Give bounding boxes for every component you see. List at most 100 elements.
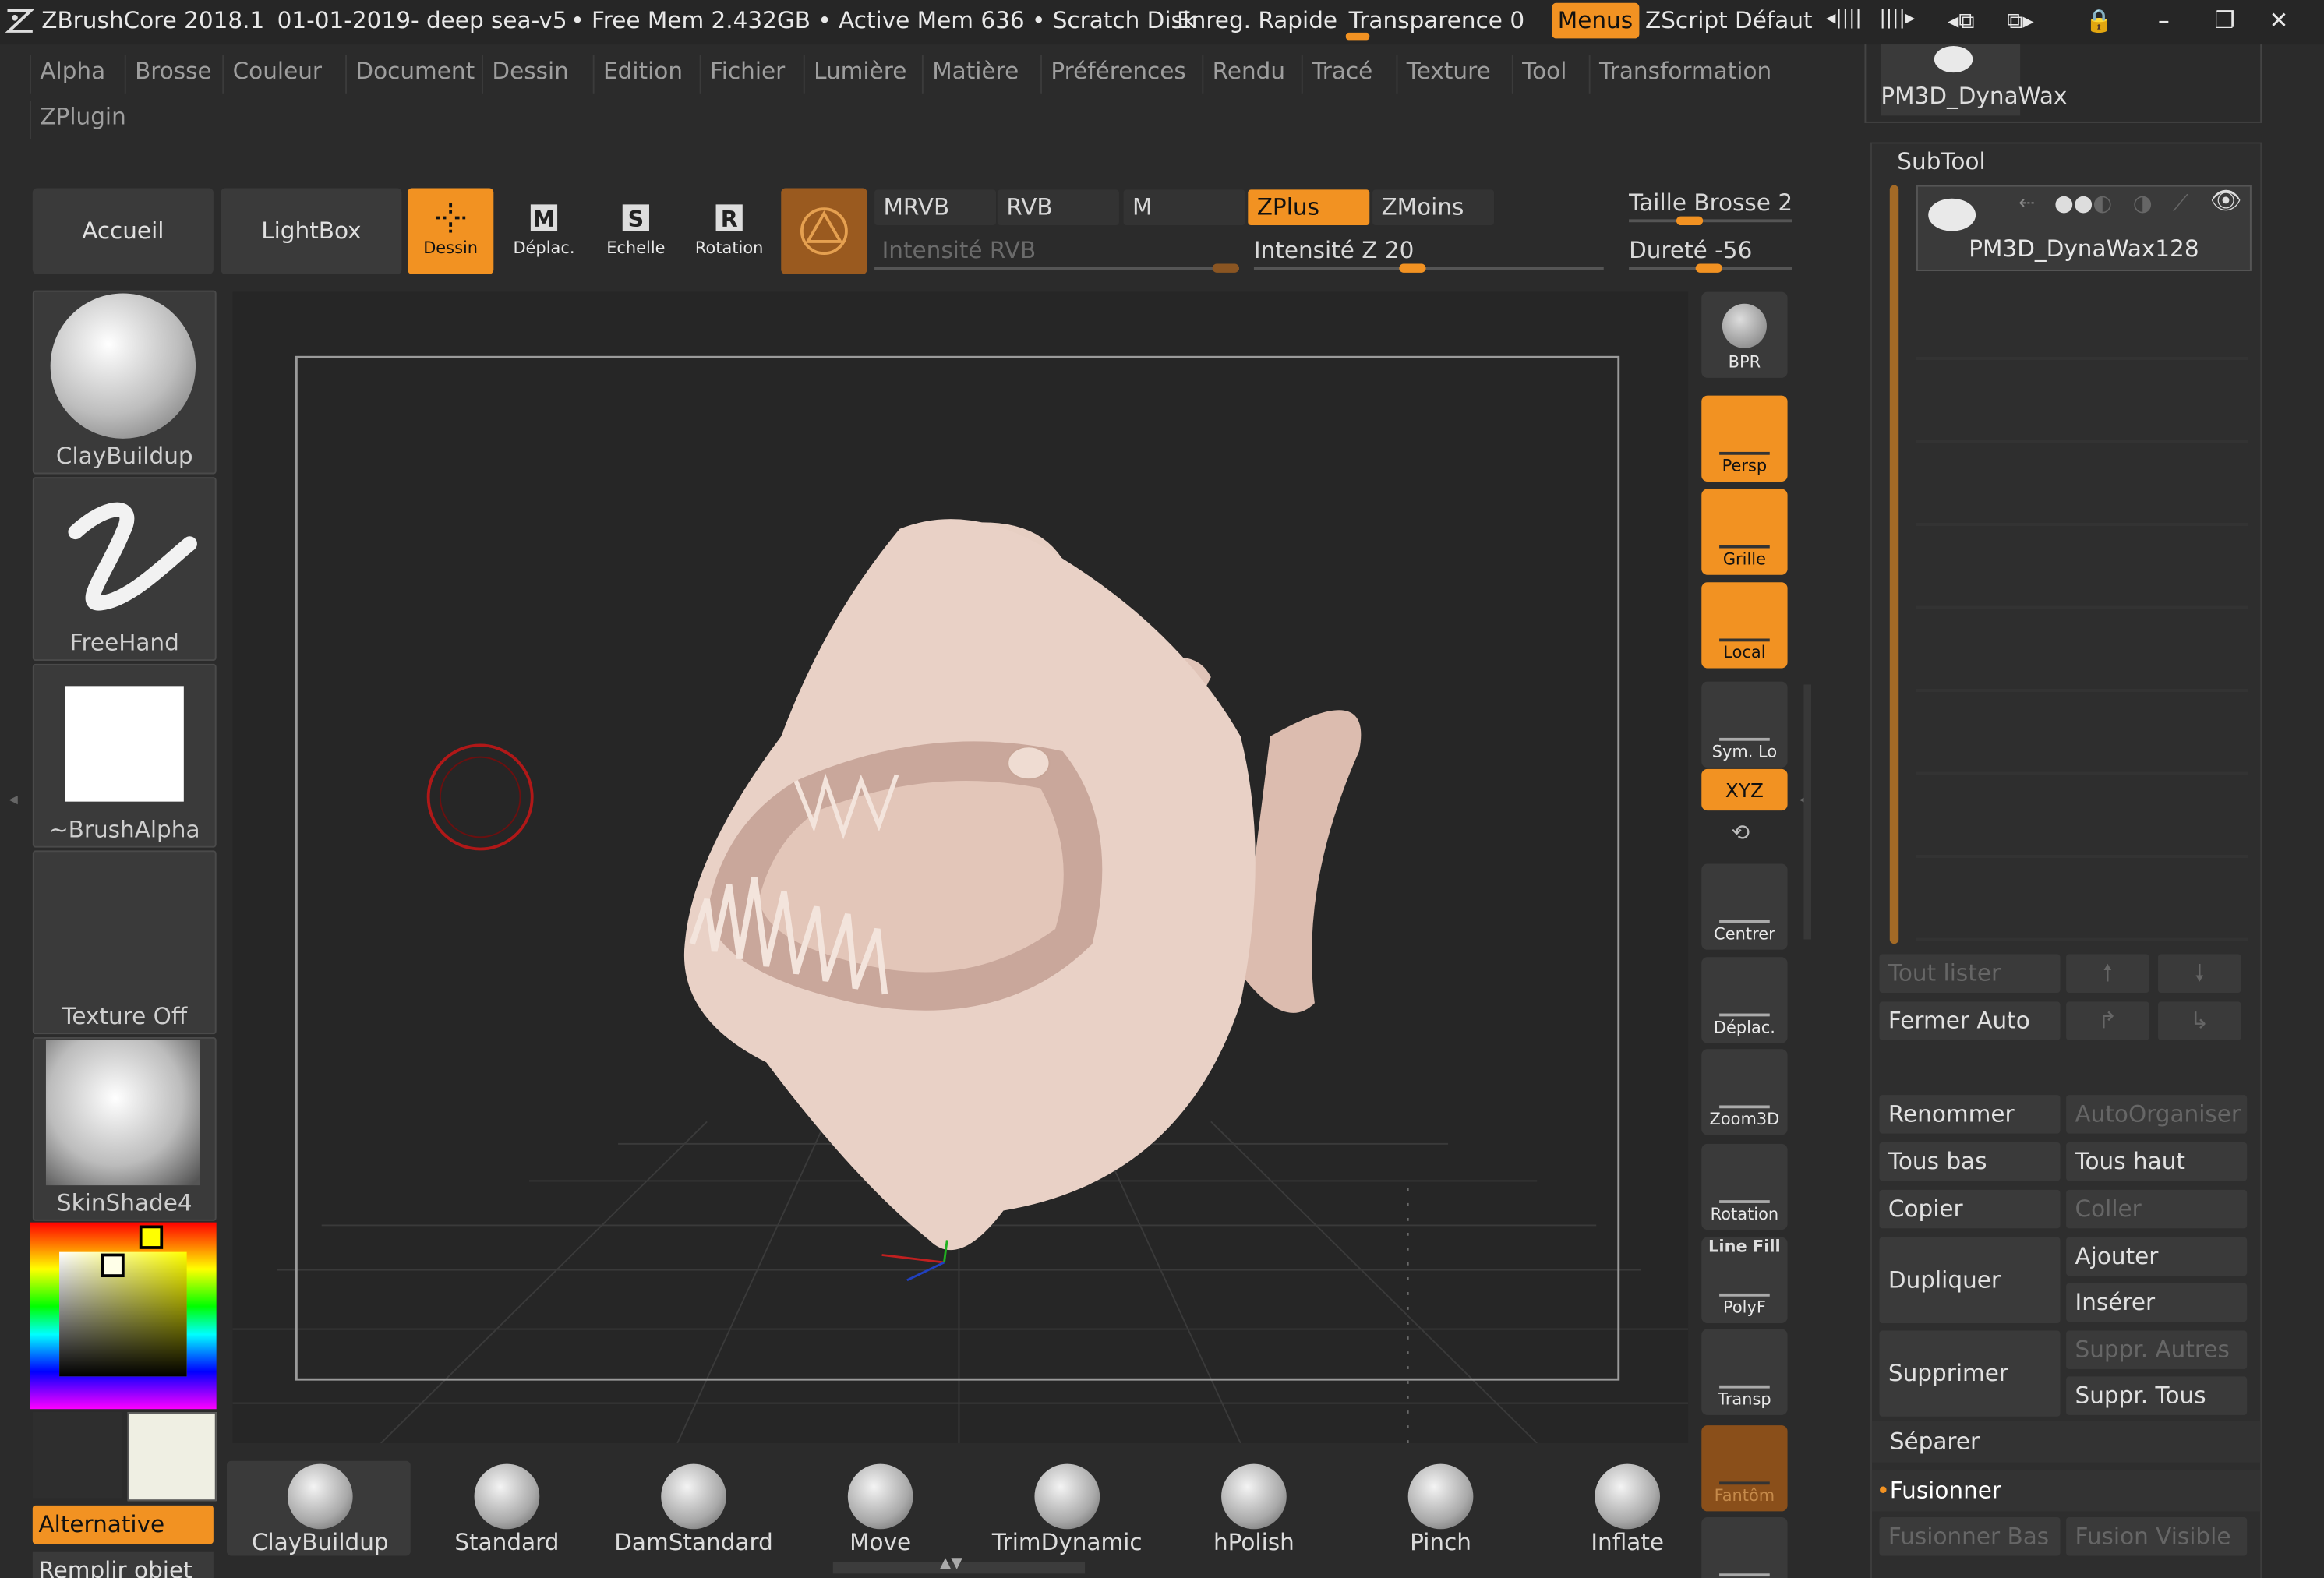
menu-item-10[interactable]: Rendu	[1202, 55, 1294, 94]
menu-item-13[interactable]: Tool	[1511, 55, 1576, 94]
center-button[interactable]: Centrer	[1701, 863, 1788, 950]
insert-button[interactable]: Insérer	[2066, 1283, 2248, 1322]
dock-left-icon[interactable]: ◂||||	[1826, 8, 1862, 30]
z-intensity-slider[interactable]: Intensité Z 20	[1253, 237, 1604, 273]
transparency-slider[interactable]: Transparence 0	[1349, 8, 1524, 34]
bpr-button[interactable]: BPR	[1701, 291, 1788, 378]
polypaint-toggle-icon[interactable]: ●●	[2054, 189, 2093, 216]
color-picker[interactable]	[30, 1222, 217, 1410]
stroke-selector[interactable]: FreeHand	[32, 477, 217, 662]
xyz-button[interactable]: XYZ	[1701, 768, 1788, 811]
transparency-knob[interactable]	[1345, 32, 1370, 41]
hardness-slider[interactable]: Dureté -56	[1629, 237, 1792, 273]
polyf-button[interactable]: PolyF Line Fill	[1701, 1237, 1788, 1323]
zsub-toggle[interactable]: ZMoins	[1372, 189, 1495, 226]
dock-right-icon[interactable]: ||||▸	[1879, 8, 1915, 30]
menu-item-11[interactable]: Tracé	[1301, 55, 1382, 94]
tile-left-icon[interactable]: ◂⧉	[1948, 8, 1975, 34]
fill-object-button[interactable]: Remplir objet	[32, 1551, 214, 1578]
move-tool-button[interactable]: M Déplac.	[501, 188, 587, 274]
material-sphere-button[interactable]	[781, 188, 867, 274]
mrgb-toggle[interactable]: MRVB	[874, 189, 997, 226]
texture-selector[interactable]: Texture Off	[32, 850, 217, 1035]
subtool-scrollbar[interactable]	[1889, 185, 1899, 944]
zadd-toggle[interactable]: ZPlus	[1248, 189, 1370, 226]
menu-item-2[interactable]: Couleur	[222, 55, 330, 94]
mask-toggle-icon[interactable]: ◐	[2093, 189, 2112, 216]
close-icon[interactable]: ✕	[2269, 8, 2289, 34]
subtool-arrow-icon[interactable]: ⇠	[2018, 192, 2035, 215]
auto-collapse-button[interactable]: Fermer Auto	[1879, 1001, 2061, 1040]
material-selector[interactable]: SkinShade4	[32, 1036, 217, 1221]
rename-button[interactable]: Renommer	[1879, 1095, 2061, 1134]
zscript-default[interactable]: ZScript Défaut	[1645, 8, 1813, 34]
rotate-axis-icon[interactable]: ⟲	[1731, 819, 1750, 845]
lock-icon[interactable]: 🔒	[2086, 8, 2114, 34]
rotate-button[interactable]: Rotation	[1701, 1143, 1788, 1230]
visibility-eye-icon[interactable]: 👁	[2210, 187, 2242, 217]
menu-item-1[interactable]: Brosse	[124, 55, 221, 94]
brush-shelf-item-6[interactable]: Pinch	[1351, 1461, 1531, 1555]
list-all-button[interactable]: Tout lister	[1879, 954, 2061, 993]
primary-color-swatch[interactable]	[127, 1412, 217, 1502]
minimize-icon[interactable]: –	[2158, 8, 2170, 34]
all-high-button[interactable]: Tous haut	[2066, 1142, 2248, 1181]
secondary-color-swatch[interactable]	[32, 1412, 122, 1499]
hue-marker[interactable]	[139, 1225, 164, 1249]
brush-shelf-item-2[interactable]: DamStandard	[603, 1461, 784, 1555]
autoreorder-button[interactable]: AutoOrganiser	[2066, 1095, 2248, 1134]
solo-toggle-icon[interactable]: ◑	[2133, 189, 2153, 216]
menu-item-14[interactable]: Transformation	[1588, 55, 1781, 94]
merge-section[interactable]: • Fusionner	[1871, 1470, 2261, 1512]
m-toggle[interactable]: M	[1123, 189, 1245, 226]
zoom-button[interactable]: Zoom3D	[1701, 1049, 1788, 1135]
brush-shelf-item-5[interactable]: hPolish	[1164, 1461, 1344, 1555]
menu-item-5[interactable]: Edition	[592, 55, 692, 94]
brush-size-slider[interactable]: Taille Brosse 2	[1629, 189, 1792, 226]
menus-toggle[interactable]: Menus	[1552, 2, 1639, 39]
shelf-expander[interactable]: ▲▼	[832, 1555, 1086, 1574]
canvas-viewport[interactable]	[232, 291, 1689, 1444]
delete-button[interactable]: Supprimer	[1879, 1330, 2061, 1417]
brush-shelf-item-1[interactable]: Standard	[416, 1461, 597, 1555]
brush-selector[interactable]: ClayBuildup	[32, 290, 217, 475]
home-button[interactable]: Accueil	[32, 188, 214, 274]
tool-thumbnail[interactable]: PM3D_DynaWax	[1881, 44, 2067, 116]
merge-down-button[interactable]: Fusionner Bas	[1879, 1517, 2061, 1556]
move-button[interactable]: Déplac.	[1701, 957, 1788, 1043]
alternate-toggle[interactable]: Alternative	[32, 1505, 214, 1544]
paste-button[interactable]: Coller	[2066, 1189, 2248, 1229]
sym-button[interactable]: Sym. Lo	[1701, 681, 1788, 768]
brush-shelf-item-7[interactable]: Inflate	[1537, 1461, 1718, 1555]
tile-right-icon[interactable]: ⧉▸	[2007, 8, 2034, 34]
brush-shelf-item-3[interactable]: Move	[790, 1461, 971, 1555]
menu-item-8[interactable]: Matière	[921, 55, 1028, 94]
rgb-intensity-slider[interactable]: Intensité RVB	[874, 237, 1239, 273]
draw-tool-button[interactable]: Dessin	[407, 188, 494, 274]
lightbox-button[interactable]: LightBox	[221, 188, 402, 274]
right-tray-scroll[interactable]	[1803, 684, 1811, 940]
duplicate-button[interactable]: Dupliquer	[1879, 1237, 2061, 1323]
scale-tool-button[interactable]: S Echelle	[593, 188, 679, 274]
delete-other-button[interactable]: Suppr. Autres	[2066, 1330, 2248, 1369]
arrow-down-right-icon[interactable]: ↳	[2158, 1001, 2241, 1040]
menu-item-12[interactable]: Texture	[1396, 55, 1499, 94]
brush-toggle-icon[interactable]: ⟋	[2173, 189, 2188, 216]
menu-item-9[interactable]: Préférences	[1040, 55, 1195, 94]
menu-item-15[interactable]: ZPlugin	[30, 101, 135, 139]
arrow-up-right-icon[interactable]: ↱	[2066, 1001, 2149, 1040]
color-marker[interactable]	[101, 1253, 125, 1278]
grid-button[interactable]: Grille	[1701, 489, 1788, 575]
left-tray-toggle-icon[interactable]: ◂	[9, 789, 20, 821]
restore-icon[interactable]: ❐	[2214, 8, 2234, 34]
move-up-icon[interactable]: 🠕	[2066, 954, 2149, 993]
all-low-button[interactable]: Tous bas	[1879, 1142, 2061, 1181]
subtool-item[interactable]: ⇠ ●● ◐ ◑ ⟋ 👁 PM3D_DynaWax128	[1916, 185, 2252, 271]
menu-item-4[interactable]: Dessin	[482, 55, 577, 94]
brush-shelf-item-0[interactable]: ClayBuildup	[230, 1461, 411, 1555]
rotate-tool-button[interactable]: R Rotation	[687, 188, 772, 274]
split-section[interactable]: Séparer	[1871, 1421, 2261, 1463]
menu-item-7[interactable]: Lumière	[803, 55, 916, 94]
append-button[interactable]: Ajouter	[2066, 1237, 2248, 1276]
local-button[interactable]: Local	[1701, 582, 1788, 669]
